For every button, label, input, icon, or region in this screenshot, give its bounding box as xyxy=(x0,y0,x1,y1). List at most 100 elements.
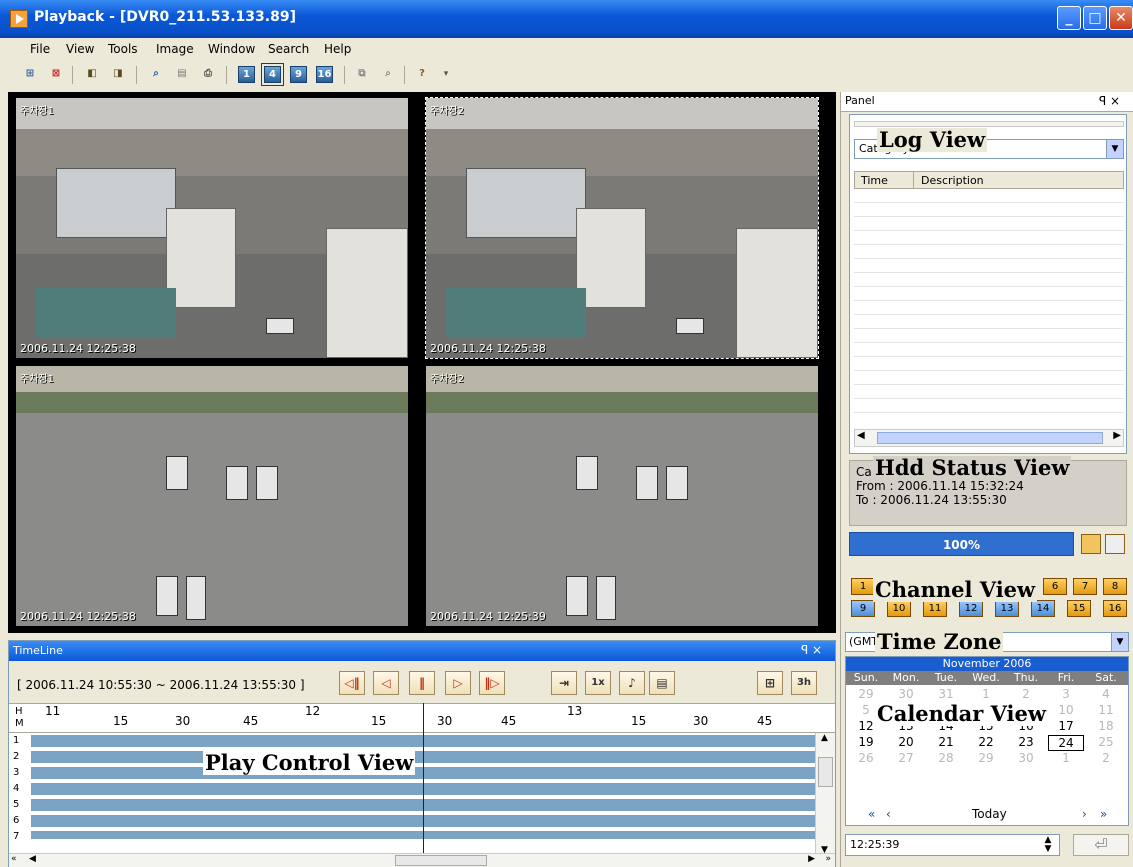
calendar-day[interactable]: 24 xyxy=(1048,735,1084,751)
play-reverse-icon[interactable]: ◁ xyxy=(373,671,399,695)
next-month-icon[interactable]: › xyxy=(1082,807,1087,821)
layout-4-button[interactable]: 4 xyxy=(261,63,284,86)
scroll-thumb[interactable] xyxy=(818,757,833,787)
scroll-thumb[interactable] xyxy=(395,855,487,866)
title-bar[interactable]: Playback - [DVR0_211.53.133.89] _ □ ✕ xyxy=(0,0,1133,38)
channel-11-button[interactable]: 11 xyxy=(923,600,947,617)
minimize-button[interactable]: _ xyxy=(1057,6,1081,30)
connect-icon[interactable]: ⊞ xyxy=(20,64,40,84)
chevron-down-icon[interactable]: ▼ xyxy=(1106,140,1123,158)
channel-14-button[interactable]: 14 xyxy=(1031,600,1055,617)
scroll-thumb[interactable] xyxy=(877,432,1103,444)
calendar-day[interactable]: 29 xyxy=(968,751,1004,765)
calendar-day[interactable]: 3 xyxy=(1048,687,1084,701)
step-forward-icon[interactable]: ‖▷ xyxy=(479,671,505,695)
channel-16-button[interactable]: 16 xyxy=(1103,600,1127,617)
calendar-day[interactable]: 11 xyxy=(1088,703,1124,717)
col-description[interactable]: Description xyxy=(921,174,984,187)
calendar-day[interactable]: 21 xyxy=(928,735,964,749)
calendar-day[interactable]: 10 xyxy=(1048,703,1084,717)
print-icon[interactable]: ⎙ xyxy=(198,64,218,84)
calendar-day[interactable]: 18 xyxy=(1088,719,1124,733)
channel-10-button[interactable]: 10 xyxy=(887,600,911,617)
maximize-button[interactable]: □ xyxy=(1083,6,1107,30)
today-button[interactable]: Today xyxy=(972,807,1007,821)
camera-view-3[interactable]: 주차장1 2006.11.24 12:25:38 xyxy=(16,366,408,626)
tracks-vertical-scrollbar[interactable]: ▲ ▼ xyxy=(815,733,835,855)
calendar-day[interactable]: 25 xyxy=(1088,735,1124,749)
next-frame-icon[interactable]: ◨ xyxy=(108,64,128,84)
menu-view[interactable]: View xyxy=(66,42,94,56)
toolbar-overflow-icon[interactable]: ▾ xyxy=(436,64,456,84)
prev-year-icon[interactable]: « xyxy=(868,807,875,821)
menu-window[interactable]: Window xyxy=(208,42,255,56)
calendar-day[interactable]: 17 xyxy=(1048,719,1084,733)
zoom-fit-icon[interactable]: ⊞ xyxy=(757,671,783,695)
calendar-day[interactable]: 23 xyxy=(1008,735,1044,749)
calendar-day[interactable]: 2 xyxy=(1008,687,1044,701)
scroll-right-icon[interactable]: ▶ xyxy=(808,854,815,864)
pause-icon[interactable]: ‖ xyxy=(409,671,435,695)
zoom-out-icon[interactable]: ⌕ xyxy=(378,64,398,84)
tracks-horizontal-scrollbar[interactable]: « ◀ ▶ » xyxy=(9,853,835,867)
calendar-day[interactable]: 29 xyxy=(848,687,884,701)
scroll-left-icon[interactable]: ◀ xyxy=(857,430,865,441)
calendar-day[interactable]: 31 xyxy=(928,687,964,701)
time-go-button[interactable]: ⏎ xyxy=(1073,834,1129,856)
scroll-left-icon[interactable]: ◀ xyxy=(29,854,36,864)
calendar-day[interactable]: 27 xyxy=(888,751,924,765)
audio-icon[interactable]: ♪ xyxy=(619,671,645,695)
help-icon[interactable]: ? xyxy=(412,64,432,84)
channel-9-button[interactable]: 9 xyxy=(851,600,875,617)
save-icon[interactable]: ▤ xyxy=(172,64,192,84)
calendar-day[interactable]: 22 xyxy=(968,735,1004,749)
prev-month-icon[interactable]: ‹ xyxy=(886,807,891,821)
playhead-marker[interactable] xyxy=(423,703,424,867)
scroll-start-icon[interactable]: « xyxy=(11,854,17,864)
channel-15-button[interactable]: 15 xyxy=(1067,600,1091,617)
menu-tools[interactable]: Tools xyxy=(108,42,138,56)
export-icon[interactable]: ⇥ xyxy=(551,671,577,695)
speed-button[interactable]: 1x xyxy=(585,671,611,695)
layout-9-button[interactable]: 9 xyxy=(290,66,307,83)
channel-8-button[interactable]: 8 xyxy=(1103,578,1127,595)
layout-16-button[interactable]: 16 xyxy=(316,66,333,83)
time-input[interactable]: 12:25:39 xyxy=(845,834,1060,856)
calendar-day[interactable]: 2 xyxy=(1088,751,1124,765)
camera-view-2[interactable]: 주차장2 2006.11.24 12:25:38 xyxy=(425,97,819,359)
calendar-day[interactable]: 4 xyxy=(1088,687,1124,701)
channel-7-button[interactable]: 7 xyxy=(1073,578,1097,595)
calendar-day[interactable]: 1 xyxy=(1048,751,1084,765)
zoom-range-button[interactable]: 3h xyxy=(791,671,817,695)
close-button[interactable]: ✕ xyxy=(1109,6,1133,30)
log-horizontal-scrollbar[interactable]: ◀ ▶ xyxy=(854,429,1124,447)
time-spinner[interactable]: ▲ ▼ xyxy=(1039,836,1057,854)
channel-1-button[interactable]: 1 xyxy=(851,578,875,595)
zoom-icon[interactable]: ⧉ xyxy=(352,64,372,84)
calendar-day[interactable]: 28 xyxy=(928,751,964,765)
channel-13-button[interactable]: 13 xyxy=(995,600,1019,617)
play-icon[interactable]: ▷ xyxy=(445,671,471,695)
next-year-icon[interactable]: » xyxy=(1100,807,1107,821)
menu-help[interactable]: Help xyxy=(324,42,351,56)
search-icon[interactable]: ⌕ xyxy=(146,64,166,84)
calendar-day[interactable]: 26 xyxy=(848,751,884,765)
camera-view-1[interactable]: 주차장1 2006.11.24 12:25:38 xyxy=(16,98,408,358)
chevron-down-icon[interactable]: ▼ xyxy=(1111,633,1128,651)
camera-view-4[interactable]: 주차장2 2006.11.24 12:25:39 xyxy=(426,366,818,626)
layout-1-button[interactable]: 1 xyxy=(238,66,255,83)
channel-12-button[interactable]: 12 xyxy=(959,600,983,617)
channel-6-button[interactable]: 6 xyxy=(1043,578,1067,595)
calendar-day[interactable]: 1 xyxy=(968,687,1004,701)
calendar-day[interactable]: 30 xyxy=(888,687,924,701)
step-back-icon[interactable]: ◁‖ xyxy=(339,671,365,695)
prev-frame-icon[interactable]: ◧ xyxy=(82,64,102,84)
scroll-up-icon[interactable]: ▲ xyxy=(821,733,828,743)
hdd-save-icon[interactable] xyxy=(1081,534,1101,554)
calendar-day[interactable]: 30 xyxy=(1008,751,1044,765)
menu-image[interactable]: Image xyxy=(156,42,194,56)
calendar-day[interactable]: 19 xyxy=(848,735,884,749)
menu-search[interactable]: Search xyxy=(268,42,309,56)
disconnect-icon[interactable]: ⊠ xyxy=(46,64,66,84)
hdd-info-icon[interactable] xyxy=(1105,534,1125,554)
